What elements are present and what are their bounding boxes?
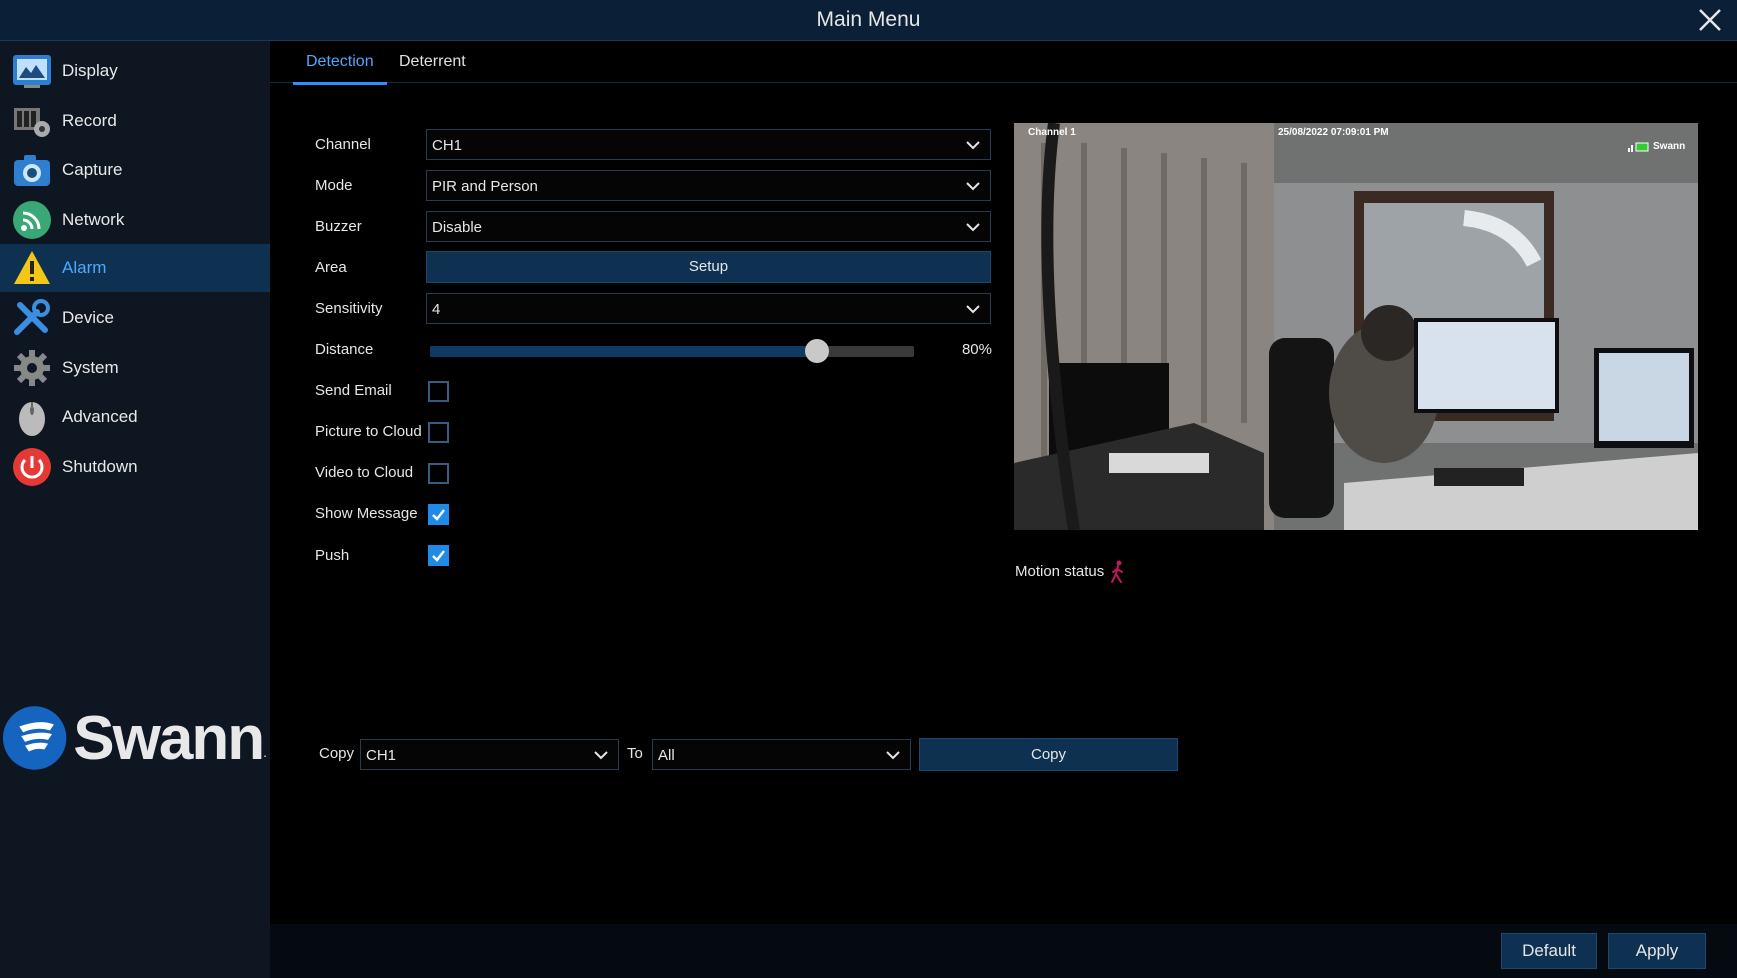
video-to-cloud-label: Video to Cloud: [315, 464, 414, 481]
channel-select-value: CH1: [432, 137, 463, 154]
mode-select[interactable]: PIR and Person: [426, 170, 991, 201]
preview-status-osd: Swann: [1628, 141, 1685, 152]
picture-to-cloud-checkbox[interactable]: [428, 422, 449, 443]
buzzer-label: Buzzer: [315, 218, 362, 235]
copy-label: Copy: [319, 745, 355, 762]
push-label: Push: [315, 547, 350, 564]
apply-button[interactable]: Apply: [1608, 933, 1706, 969]
person-walking-icon: [1111, 560, 1123, 583]
chevron-down-icon: [966, 305, 980, 314]
network-icon: [11, 199, 53, 241]
sidebar-item-advanced[interactable]: Advanced: [0, 393, 270, 441]
brand-logo: Swann .: [2, 698, 267, 778]
video-to-cloud-checkbox[interactable]: [428, 463, 449, 484]
distance-value: 80%: [961, 341, 992, 358]
sidebar-item-label: Record: [62, 111, 117, 130]
checkmark-icon: [432, 550, 445, 562]
camera-icon: [11, 149, 53, 191]
mouse-icon: [11, 396, 53, 438]
default-button[interactable]: Default: [1501, 933, 1597, 969]
preview-channel-osd: Channel 1: [1028, 127, 1076, 138]
brand-mark: .: [263, 744, 267, 760]
distance-slider-fill: [430, 346, 818, 357]
copy-button[interactable]: Copy: [919, 738, 1178, 771]
copy-to-label: To: [627, 745, 643, 762]
camera-preview: Channel 1 25/08/2022 07:09:01 PM Swann: [1014, 123, 1698, 530]
record-icon: [11, 100, 53, 142]
picture-to-cloud-label: Picture to Cloud: [315, 423, 422, 440]
push-checkbox[interactable]: [428, 545, 449, 566]
tab-detection[interactable]: Detection: [293, 41, 387, 85]
send-email-checkbox[interactable]: [428, 381, 449, 402]
sidebar-item-device[interactable]: Device: [0, 294, 270, 342]
sidebar: Display Record Capture Network Alarm Dev…: [0, 41, 270, 978]
mode-label: Mode: [315, 177, 353, 194]
chevron-down-icon: [886, 751, 900, 760]
alarm-icon: [11, 247, 53, 289]
sidebar-item-shutdown[interactable]: Shutdown: [0, 443, 270, 491]
sidebar-item-label: Device: [62, 308, 114, 327]
close-icon[interactable]: [1695, 5, 1725, 35]
sidebar-item-capture[interactable]: Capture: [0, 146, 270, 194]
tab-deterrent[interactable]: Deterrent: [399, 41, 466, 82]
preview-brand-osd: Swann: [1653, 141, 1686, 152]
chevron-down-icon: [966, 182, 980, 191]
show-message-label: Show Message: [315, 505, 418, 522]
sensitivity-select[interactable]: 4: [426, 293, 991, 324]
channel-select[interactable]: CH1: [426, 129, 991, 160]
sidebar-item-display[interactable]: Display: [0, 47, 270, 95]
sidebar-item-label: System: [62, 358, 119, 377]
display-icon: [11, 50, 53, 92]
power-icon: [11, 446, 53, 488]
distance-label: Distance: [315, 341, 374, 358]
area-setup-button[interactable]: Setup: [426, 251, 991, 283]
sidebar-item-record[interactable]: Record: [0, 97, 270, 145]
chevron-down-icon: [966, 141, 980, 150]
show-message-checkbox[interactable]: [428, 504, 449, 525]
mode-select-value: PIR and Person: [432, 178, 538, 195]
chevron-down-icon: [966, 223, 980, 232]
sensitivity-label: Sensitivity: [315, 300, 383, 317]
buzzer-select[interactable]: Disable: [426, 211, 991, 242]
distance-slider-handle[interactable]: [805, 339, 830, 363]
brand-name: Swann: [73, 703, 265, 773]
device-icon: [11, 297, 53, 339]
gear-icon: [11, 347, 53, 389]
sidebar-item-label: Display: [62, 61, 118, 80]
preview-timestamp-osd: 25/08/2022 07:09:01 PM: [1278, 127, 1389, 138]
motion-status-label: Motion status: [1015, 563, 1105, 580]
channel-label: Channel: [315, 136, 371, 153]
send-email-label: Send Email: [315, 382, 392, 399]
sidebar-item-network[interactable]: Network: [0, 196, 270, 244]
sidebar-item-label: Network: [62, 210, 125, 229]
sidebar-item-label: Capture: [62, 160, 123, 179]
copy-from-value: CH1: [366, 747, 397, 764]
signal-battery-icon: [1628, 142, 1649, 152]
copy-to-value: All: [658, 747, 675, 764]
sidebar-item-alarm[interactable]: Alarm: [0, 244, 270, 292]
sensitivity-select-value: 4: [432, 301, 441, 318]
sidebar-item-label: Advanced: [62, 407, 138, 426]
sidebar-item-label: Shutdown: [62, 457, 138, 476]
window-title: Main Menu: [816, 8, 921, 31]
camera-scene-image: [1014, 123, 1698, 530]
copy-from-select[interactable]: CH1: [360, 739, 619, 770]
checkmark-icon: [432, 509, 445, 521]
title-bar: Main Menu: [0, 0, 1737, 41]
distance-slider[interactable]: [430, 339, 914, 363]
sidebar-item-system[interactable]: System: [0, 344, 270, 392]
sidebar-item-label: Alarm: [62, 258, 107, 277]
swann-logo-icon: [2, 706, 67, 770]
chevron-down-icon: [594, 751, 608, 760]
buzzer-select-value: Disable: [432, 219, 483, 236]
tab-bar: Detection Deterrent: [270, 41, 1737, 85]
copy-to-select[interactable]: All: [652, 739, 911, 770]
area-label: Area: [315, 259, 347, 276]
